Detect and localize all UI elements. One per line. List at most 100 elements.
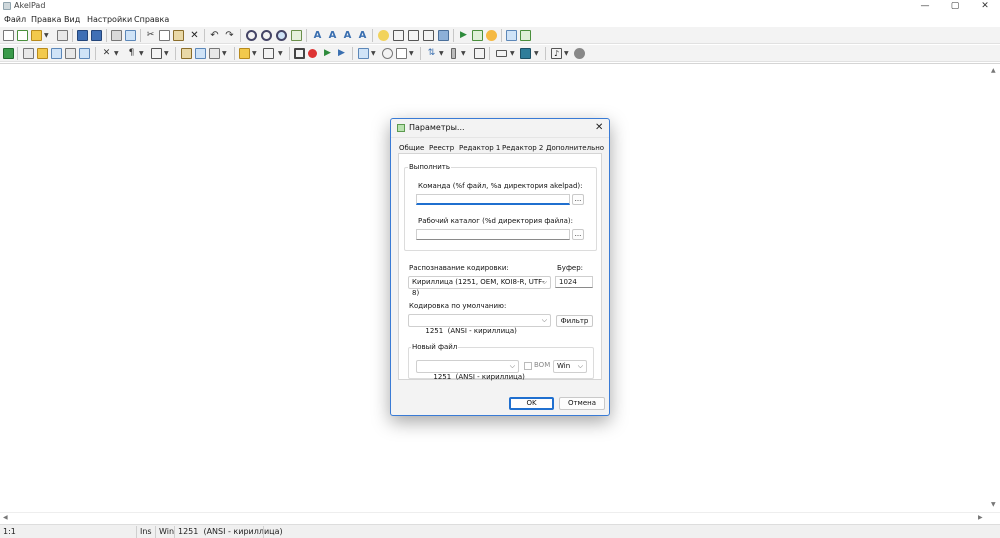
print-icon[interactable] <box>111 30 122 41</box>
panel-dropdown-icon[interactable]: ▼ <box>278 48 283 59</box>
workdir-browse-button[interactable]: ... <box>572 229 584 240</box>
explorer-icon[interactable] <box>3 48 14 59</box>
cut-icon[interactable]: ✂ <box>145 30 156 41</box>
view-dropdown-icon[interactable]: ▼ <box>139 48 144 59</box>
music-dropdown-icon[interactable]: ▼ <box>564 48 569 59</box>
play-macro-icon[interactable]: ▶ <box>322 48 333 59</box>
notes-icon[interactable] <box>506 30 517 41</box>
sessions-dropdown-icon[interactable]: ▼ <box>222 48 227 59</box>
filter-button[interactable]: Фильтр <box>556 315 593 327</box>
settings-dropdown-icon[interactable]: ▼ <box>371 48 376 59</box>
hex-icon[interactable] <box>51 48 62 59</box>
window-dropdown-icon[interactable]: ▼ <box>252 48 257 59</box>
scroll-left-icon[interactable]: ◀ <box>3 514 8 521</box>
smile-icon[interactable] <box>486 30 497 41</box>
spell-icon[interactable] <box>37 48 48 59</box>
sessions-icon[interactable] <box>209 48 220 59</box>
copy-icon[interactable] <box>159 30 170 41</box>
macros-icon[interactable] <box>195 48 206 59</box>
workdir-input[interactable] <box>416 229 570 240</box>
clipboard-icon[interactable] <box>181 48 192 59</box>
cancel-button[interactable]: Отмена <box>559 397 605 410</box>
delete-icon[interactable]: ✕ <box>189 30 200 41</box>
bookmark-dropdown-icon[interactable]: ▼ <box>510 48 515 59</box>
menu-edit[interactable]: Правка <box>31 15 61 24</box>
view-icon[interactable]: ¶ <box>126 48 137 59</box>
scripts-icon[interactable] <box>79 48 90 59</box>
bookmark-icon[interactable] <box>496 50 507 57</box>
close-button[interactable]: ✕ <box>970 0 1000 13</box>
log-dropdown-icon[interactable]: ▼ <box>461 48 466 59</box>
gear-icon[interactable] <box>574 48 585 59</box>
maximize-button[interactable]: ▢ <box>940 0 970 13</box>
command-input[interactable] <box>416 194 570 205</box>
new-file-icon[interactable] <box>3 30 14 41</box>
tab-registry[interactable]: Реестр <box>429 144 454 152</box>
record-icon[interactable] <box>472 30 483 41</box>
redo-icon[interactable]: ↷ <box>224 30 235 41</box>
format-icon[interactable]: ✕ <box>101 48 112 59</box>
theme-icon[interactable] <box>520 48 531 59</box>
settings-icon[interactable] <box>358 48 369 59</box>
default-encoding-select[interactable]: 1251 (ANSI - кириллица) ⌵ <box>408 314 551 335</box>
font-c-icon[interactable]: A <box>342 30 353 41</box>
menu-view[interactable]: Вид <box>64 15 80 24</box>
save-icon[interactable] <box>77 30 88 41</box>
open-dropdown-icon[interactable]: ▼ <box>44 30 49 41</box>
new-file-newline-select[interactable]: Win ⌵ <box>553 360 587 373</box>
scroll-down-icon[interactable]: ▼ <box>991 501 996 508</box>
log-icon[interactable] <box>451 48 456 59</box>
reopen-icon[interactable] <box>57 30 68 41</box>
music-icon[interactable]: ♪ <box>551 48 562 59</box>
font-a-icon[interactable]: A <box>312 30 323 41</box>
vertical-scrollbar[interactable]: ▲ ▼ <box>988 64 1000 512</box>
ok-button[interactable]: OK <box>509 397 554 410</box>
tab-editor-1[interactable]: Редактор 1 <box>459 144 500 152</box>
window-icon[interactable] <box>239 48 250 59</box>
undo-icon[interactable]: ↶ <box>209 30 220 41</box>
panel-icon[interactable] <box>263 48 274 59</box>
theme-dropdown-icon[interactable]: ▼ <box>534 48 539 59</box>
goto-icon[interactable] <box>291 30 302 41</box>
play-icon[interactable]: ▶ <box>458 30 469 41</box>
new-window-icon[interactable] <box>17 30 28 41</box>
tab-general[interactable]: Общие <box>399 144 424 152</box>
detect-encoding-select[interactable]: Кириллица (1251, OEM, KOI8-R, UTF-8) ⌵ <box>408 276 551 297</box>
find-icon[interactable] <box>246 30 257 41</box>
record-macro-icon[interactable] <box>308 49 317 58</box>
column-icon[interactable] <box>396 48 407 59</box>
special-dropdown-icon[interactable]: ▼ <box>439 48 444 59</box>
paste-icon[interactable] <box>173 30 184 41</box>
tools-icon[interactable] <box>438 30 449 41</box>
replace-icon[interactable] <box>276 30 287 41</box>
horizontal-scrollbar[interactable]: ◀ ▶ <box>0 512 1000 524</box>
edit-icon[interactable] <box>520 30 531 41</box>
column-dropdown-icon[interactable]: ▼ <box>409 48 414 59</box>
minimize-button[interactable]: — <box>910 0 940 13</box>
pin-icon[interactable] <box>378 30 389 41</box>
scroll-up-icon[interactable]: ▲ <box>991 67 996 74</box>
stop-icon[interactable] <box>294 48 305 59</box>
tab-advanced[interactable]: Дополнительно <box>546 144 604 152</box>
print-preview-icon[interactable] <box>125 30 136 41</box>
font-d-icon[interactable]: A <box>357 30 368 41</box>
special-icon[interactable]: ⇅ <box>426 48 437 59</box>
layout-dropdown-icon[interactable]: ▼ <box>164 48 169 59</box>
find-next-icon[interactable] <box>261 30 272 41</box>
dialog-close-icon[interactable]: ✕ <box>595 122 603 133</box>
font-b-icon[interactable]: A <box>327 30 338 41</box>
codefold-icon[interactable] <box>23 48 34 59</box>
split-icon[interactable] <box>393 30 404 41</box>
save-all-icon[interactable] <box>91 30 102 41</box>
tab-editor-2[interactable]: Редактор 2 <box>502 144 543 152</box>
layout-icon[interactable] <box>151 48 162 59</box>
menu-help[interactable]: Справка <box>134 15 169 24</box>
buffer-input[interactable]: 1024 <box>555 276 593 288</box>
scroll-right-icon[interactable]: ▶ <box>978 514 983 521</box>
menu-file[interactable]: Файл <box>4 15 26 24</box>
open-icon[interactable] <box>31 30 42 41</box>
coder-icon[interactable] <box>65 48 76 59</box>
format-dropdown-icon[interactable]: ▼ <box>114 48 119 59</box>
new-file-encoding-select[interactable]: 1251 (ANSI - кириллица) ⌵ <box>416 360 525 381</box>
split-h-icon[interactable] <box>408 30 419 41</box>
